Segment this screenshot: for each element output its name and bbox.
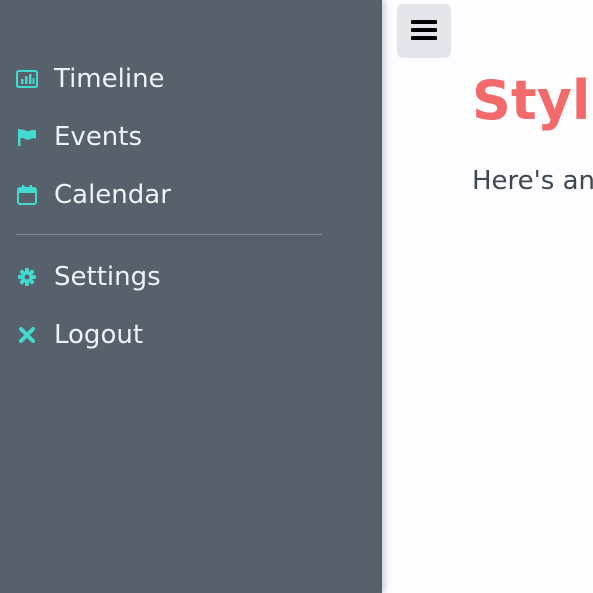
flag-icon [16,126,38,148]
hamburger-menu-icon [410,18,438,45]
sidebar-item-events[interactable]: Events [16,119,142,155]
page-title: Stylis [472,69,593,132]
page-intro-text: Here's an [472,166,593,196]
calendar-icon [16,184,38,206]
bar-chart-icon [16,68,38,90]
sidebar-item-logout[interactable]: Logout [16,317,143,353]
sidebar-item-label: Settings [54,262,161,292]
sidebar-item-timeline[interactable]: Timeline [16,61,165,97]
sidebar-item-label: Logout [54,320,144,350]
sidebar: Timeline Events Calendar Settings Logout [0,0,382,593]
sidebar-item-calendar[interactable]: Calendar [16,177,171,213]
sidebar-item-settings[interactable]: Settings [16,259,161,295]
main-content: Stylis Here's an [382,0,593,593]
close-icon [16,324,38,346]
gear-icon [16,266,38,288]
sidebar-item-label: Timeline [54,64,165,94]
app-window: Timeline Events Calendar Settings Logout… [0,0,593,593]
sidebar-item-label: Calendar [54,180,171,210]
sidebar-item-label: Events [54,122,143,152]
menu-toggle-button[interactable] [397,4,451,58]
sidebar-divider [16,234,322,235]
